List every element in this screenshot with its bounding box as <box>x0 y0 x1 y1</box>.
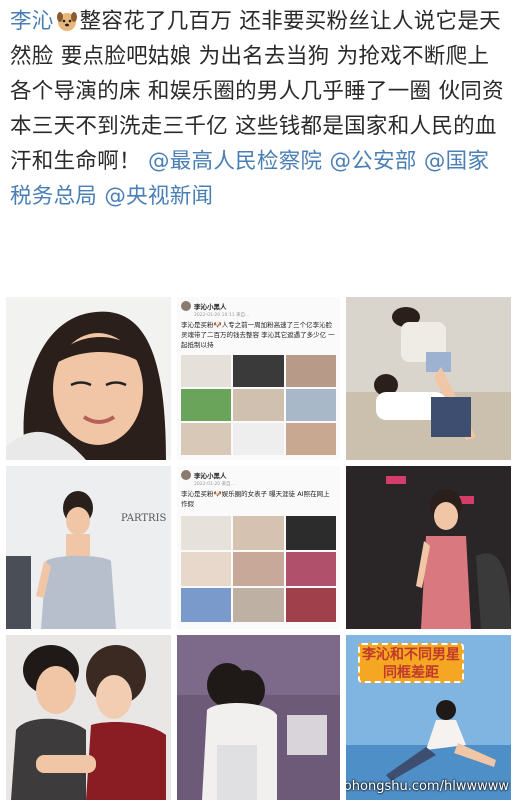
watermark: tvxiaohongshu.com/hlwwwww <box>346 779 509 794</box>
screenshot-post-2[interactable]: 李沁小黑人 2022-01-20 来自... 李沁是买粉🐶娱乐圈的女表子 曝天涯… <box>177 466 340 629</box>
photo-hug[interactable] <box>177 635 340 800</box>
photo-beach[interactable] <box>346 297 511 460</box>
beach-image <box>346 297 511 460</box>
screenshot-post-1[interactable]: 李沁小黑人 2022-01-20 10:11 来自... 李沁是买粉🐶人专之前一… <box>177 297 340 460</box>
banner-line-2: 同框差距 <box>383 665 439 681</box>
screenshot-username: 李沁小黑人 <box>194 303 227 311</box>
thumb-grid <box>181 516 336 622</box>
svg-text:PARTRIS: PARTRIS <box>121 513 167 524</box>
photo-portrait-1[interactable] <box>6 297 171 460</box>
author-link[interactable]: 李沁 <box>10 9 54 34</box>
gown-image: PARTRIS <box>6 466 171 629</box>
mention-spp[interactable]: @最高人民检察院 <box>148 149 322 174</box>
avatar <box>181 301 191 311</box>
banner-line-1: 李沁和不同男星 <box>362 647 460 663</box>
avatar <box>181 470 191 480</box>
mention-mps[interactable]: @公安部 <box>330 149 417 174</box>
photo-couple[interactable] <box>6 635 171 800</box>
screenshot-text: 李沁是买粉🐶人专之前一周加粉高速了三个亿李沁脸灵魂带了二百万的钱去整容 李沁其它… <box>181 321 335 349</box>
dog-face-icon <box>56 12 77 31</box>
thumb-grid <box>181 355 336 455</box>
pink-dress-image <box>346 466 511 629</box>
photo-pink-dress[interactable] <box>346 466 511 629</box>
couple-image <box>6 635 171 800</box>
screenshot-text: 李沁是买粉🐶娱乐圈的女表子 曝天涯徒 AI照在网上作假 <box>181 490 330 508</box>
portrait-image <box>6 297 171 460</box>
mention-cctv[interactable]: @央视新闻 <box>104 184 213 209</box>
post-text: 李沁 整容花了几百万 还非要买粉丝让人说它是天然脸 要点脸吧姑娘 为出名去当狗 为… <box>10 4 510 214</box>
screenshot-username: 李沁小黑人 <box>194 472 227 480</box>
photo-costar-comparison[interactable]: 李沁和不同男星 同框差距 tvxiaohongshu.com/hlwwwww <box>346 635 511 800</box>
image-grid: 李沁小黑人 2022-01-20 10:11 来自... 李沁是买粉🐶人专之前一… <box>6 297 511 800</box>
photo-event-gown[interactable]: PARTRIS <box>6 466 171 629</box>
hug-image <box>177 635 340 800</box>
comparison-banner: 李沁和不同男星 同框差距 <box>358 643 464 683</box>
